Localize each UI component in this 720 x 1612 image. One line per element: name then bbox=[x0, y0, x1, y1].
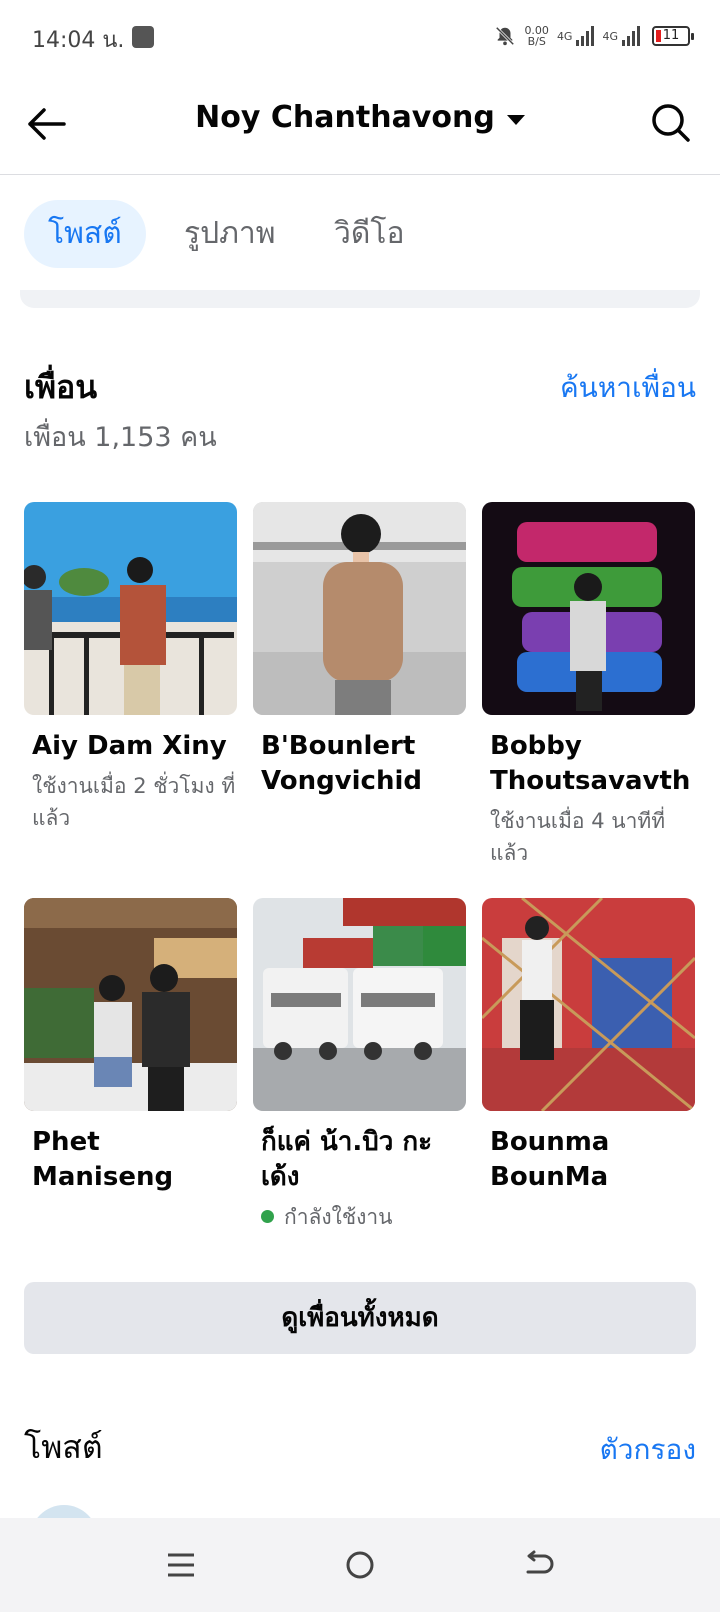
friends-count: เพื่อน 1,153 คน bbox=[24, 422, 217, 453]
friend-activity-status: กำลังใช้งาน bbox=[253, 1201, 466, 1233]
friend-name[interactable]: B'Bounlert Vongvichid bbox=[253, 729, 466, 799]
profile-name: Noy Chanthavong bbox=[195, 100, 495, 135]
battery-icon: 11 bbox=[652, 26, 694, 46]
friend-card[interactable]: Aiy Dam Xiny ใช้งานเมื่อ 2 ชั่วโมง ที่แล… bbox=[24, 502, 237, 834]
tab-photos[interactable]: รูปภาพ bbox=[160, 200, 300, 268]
friend-activity-status: ใช้งานเมื่อ 2 ชั่วโมง ที่แล้ว bbox=[32, 774, 236, 830]
friend-photo[interactable] bbox=[482, 898, 695, 1111]
friend-photo[interactable] bbox=[24, 898, 237, 1111]
status-bar: 14:04 น. 0.00 B/S 4G 4G 11 bbox=[0, 0, 720, 72]
find-friends-link[interactable]: ค้นหาเพื่อน bbox=[560, 366, 696, 410]
back-icon[interactable] bbox=[520, 1546, 558, 1584]
friend-name[interactable]: Bounma BounMa bbox=[482, 1125, 695, 1195]
filter-link[interactable]: ตัวกรอง bbox=[600, 1428, 696, 1472]
friend-photo[interactable] bbox=[482, 502, 695, 715]
friend-card[interactable]: Bobby Thoutsavavth ใช้งานเมื่อ 4 นาทีที่ … bbox=[482, 502, 695, 869]
friend-activity-status: ใช้งานเมื่อ 4 นาทีที่ แล้ว bbox=[490, 809, 666, 865]
profile-name-dropdown[interactable]: Noy Chanthavong bbox=[0, 100, 720, 135]
profile-tabs: โพสต์ รูปภาพ วิดีโอ bbox=[0, 175, 720, 295]
signal-icon bbox=[622, 26, 640, 46]
online-status-dot bbox=[261, 1209, 274, 1223]
search-icon[interactable] bbox=[650, 102, 692, 144]
friends-section-title: เพื่อน bbox=[24, 368, 98, 406]
tab-posts[interactable]: โพสต์ bbox=[24, 200, 146, 268]
tab-videos[interactable]: วิดีโอ bbox=[310, 200, 428, 268]
friend-name[interactable]: Phet Maniseng bbox=[24, 1125, 237, 1195]
network-speed: 0.00 B/S bbox=[524, 25, 549, 47]
friend-name[interactable]: ก็แค่ น้า.บิว กะ เด้ง bbox=[253, 1125, 466, 1195]
network-type-1: 4G bbox=[556, 29, 573, 43]
network-type-2: 4G bbox=[602, 29, 618, 43]
friend-card[interactable]: ก็แค่ น้า.บิว กะ เด้ง กำลังใช้งาน bbox=[253, 898, 466, 1233]
friend-name[interactable]: Aiy Dam Xiny bbox=[24, 729, 237, 764]
muted-bell-icon bbox=[494, 25, 516, 47]
posts-section-title: โพสต์ bbox=[24, 1428, 103, 1466]
friend-photo[interactable] bbox=[253, 898, 466, 1111]
friend-photo[interactable] bbox=[253, 502, 466, 715]
system-navigation-bar bbox=[0, 1518, 720, 1612]
battery-level: 11 bbox=[662, 28, 680, 43]
recent-apps-icon[interactable] bbox=[162, 1546, 200, 1584]
status-indicators: 0.00 B/S 4G 4G 11 bbox=[494, 20, 694, 52]
friend-card[interactable]: B'Bounlert Vongvichid bbox=[253, 502, 466, 805]
notification-app-icon bbox=[132, 26, 154, 48]
friend-name[interactable]: Bobby Thoutsavavth bbox=[482, 729, 695, 799]
home-icon[interactable] bbox=[341, 1546, 379, 1584]
signal-icon bbox=[576, 26, 595, 46]
friend-card[interactable]: Phet Maniseng bbox=[24, 898, 237, 1201]
collapsed-section-edge bbox=[20, 290, 700, 308]
status-time: 14:04 น. bbox=[32, 28, 125, 53]
caret-down-icon bbox=[506, 114, 525, 125]
profile-header: Noy Chanthavong bbox=[0, 72, 720, 175]
friend-card[interactable]: Bounma BounMa bbox=[482, 898, 695, 1201]
see-all-friends-button[interactable]: ดูเพื่อนทั้งหมด bbox=[24, 1282, 696, 1354]
network-speed-unit: B/S bbox=[527, 35, 546, 48]
friend-photo[interactable] bbox=[24, 502, 237, 715]
